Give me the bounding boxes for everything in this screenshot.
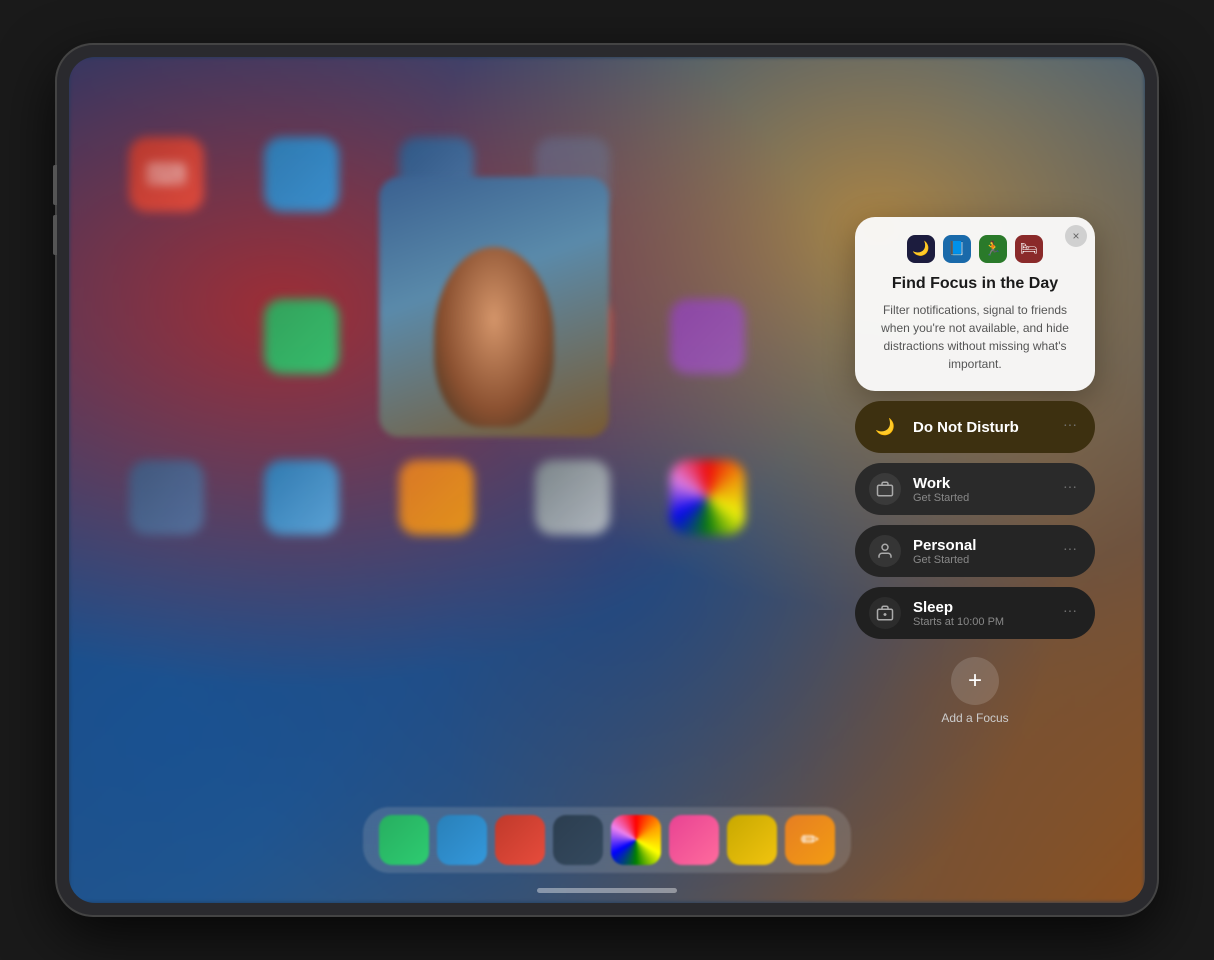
volume-down-button[interactable] <box>53 215 57 255</box>
work-sublabel: Get Started <box>913 492 1047 504</box>
focus-info-card: × 🌙 📘 🏃 🛏 Find Focus in the Day Filter n… <box>855 217 1095 391</box>
dock-icon-6 <box>669 815 719 865</box>
app-icon-maps <box>264 137 339 212</box>
close-button[interactable]: × <box>1065 225 1087 247</box>
personal-label: Personal <box>913 537 1047 554</box>
sleep-sublabel: Starts at 10:00 PM <box>913 616 1047 628</box>
app-icon-10 <box>670 460 745 535</box>
book-icon: 📘 <box>943 235 971 263</box>
work-text: Work Get Started <box>913 475 1047 504</box>
app-icon-6 <box>129 460 204 535</box>
app-icon-9 <box>535 460 610 535</box>
dock-icon-photos <box>611 815 661 865</box>
add-focus-label: Add a Focus <box>941 711 1008 725</box>
info-card-icons: 🌙 📘 🏃 🛏 <box>871 235 1079 263</box>
work-label: Work <box>913 475 1047 492</box>
app-icon-empty1 <box>670 137 745 212</box>
info-card-title: Find Focus in the Day <box>871 275 1079 293</box>
info-card-body: Filter notifications, signal to friends … <box>871 301 1079 373</box>
video-person <box>434 247 554 427</box>
dock-icon-messages <box>379 815 429 865</box>
personal-text: Personal Get Started <box>913 537 1047 566</box>
do-not-disturb-label: Do Not Disturb <box>913 419 1047 436</box>
ipad-device: ⌨ <box>57 45 1157 915</box>
do-not-disturb-more[interactable]: ··· <box>1059 415 1081 439</box>
sleep-label: Sleep <box>913 599 1047 616</box>
run-icon: 🏃 <box>979 235 1007 263</box>
dock-icon-7 <box>727 815 777 865</box>
app-icon-messages <box>264 299 339 374</box>
work-icon <box>869 473 901 505</box>
do-not-disturb-icon: 🌙 <box>869 411 901 443</box>
device-screen: ⌨ <box>69 57 1145 903</box>
dock: ✏ <box>363 807 851 873</box>
sleep-text: Sleep Starts at 10:00 PM <box>913 599 1047 628</box>
dock-icon-8: ✏ <box>785 815 835 865</box>
work-more[interactable]: ··· <box>1059 477 1081 501</box>
moon-icon: 🌙 <box>907 235 935 263</box>
focus-panel: × 🌙 📘 🏃 🛏 Find Focus in the Day Filter n… <box>855 217 1095 733</box>
app-icon-terminal: ⌨ <box>129 137 204 212</box>
do-not-disturb-text: Do Not Disturb <box>913 419 1047 436</box>
sleep-button[interactable]: Sleep Starts at 10:00 PM ··· <box>855 587 1095 639</box>
app-icon-5 <box>670 299 745 374</box>
volume-up-button[interactable] <box>53 165 57 205</box>
sleep-icon: 🛏 <box>1015 235 1043 263</box>
app-icon-8 <box>399 460 474 535</box>
dock-icon-3 <box>495 815 545 865</box>
personal-more[interactable]: ··· <box>1059 539 1081 563</box>
app-icon-empty2 <box>129 299 204 374</box>
sleep-mode-icon <box>869 597 901 629</box>
sleep-more[interactable]: ··· <box>1059 601 1081 625</box>
add-focus-button[interactable]: + <box>951 657 999 705</box>
app-icon-7 <box>264 460 339 535</box>
dock-icon-2 <box>437 815 487 865</box>
personal-sublabel: Get Started <box>913 554 1047 566</box>
dock-icon-4 <box>553 815 603 865</box>
do-not-disturb-button[interactable]: 🌙 Do Not Disturb ··· <box>855 401 1095 453</box>
personal-button[interactable]: Personal Get Started ··· <box>855 525 1095 577</box>
home-indicator <box>537 888 677 893</box>
add-focus-section[interactable]: + Add a Focus <box>855 649 1095 733</box>
video-thumbnail <box>379 177 609 437</box>
personal-icon <box>869 535 901 567</box>
work-button[interactable]: Work Get Started ··· <box>855 463 1095 515</box>
